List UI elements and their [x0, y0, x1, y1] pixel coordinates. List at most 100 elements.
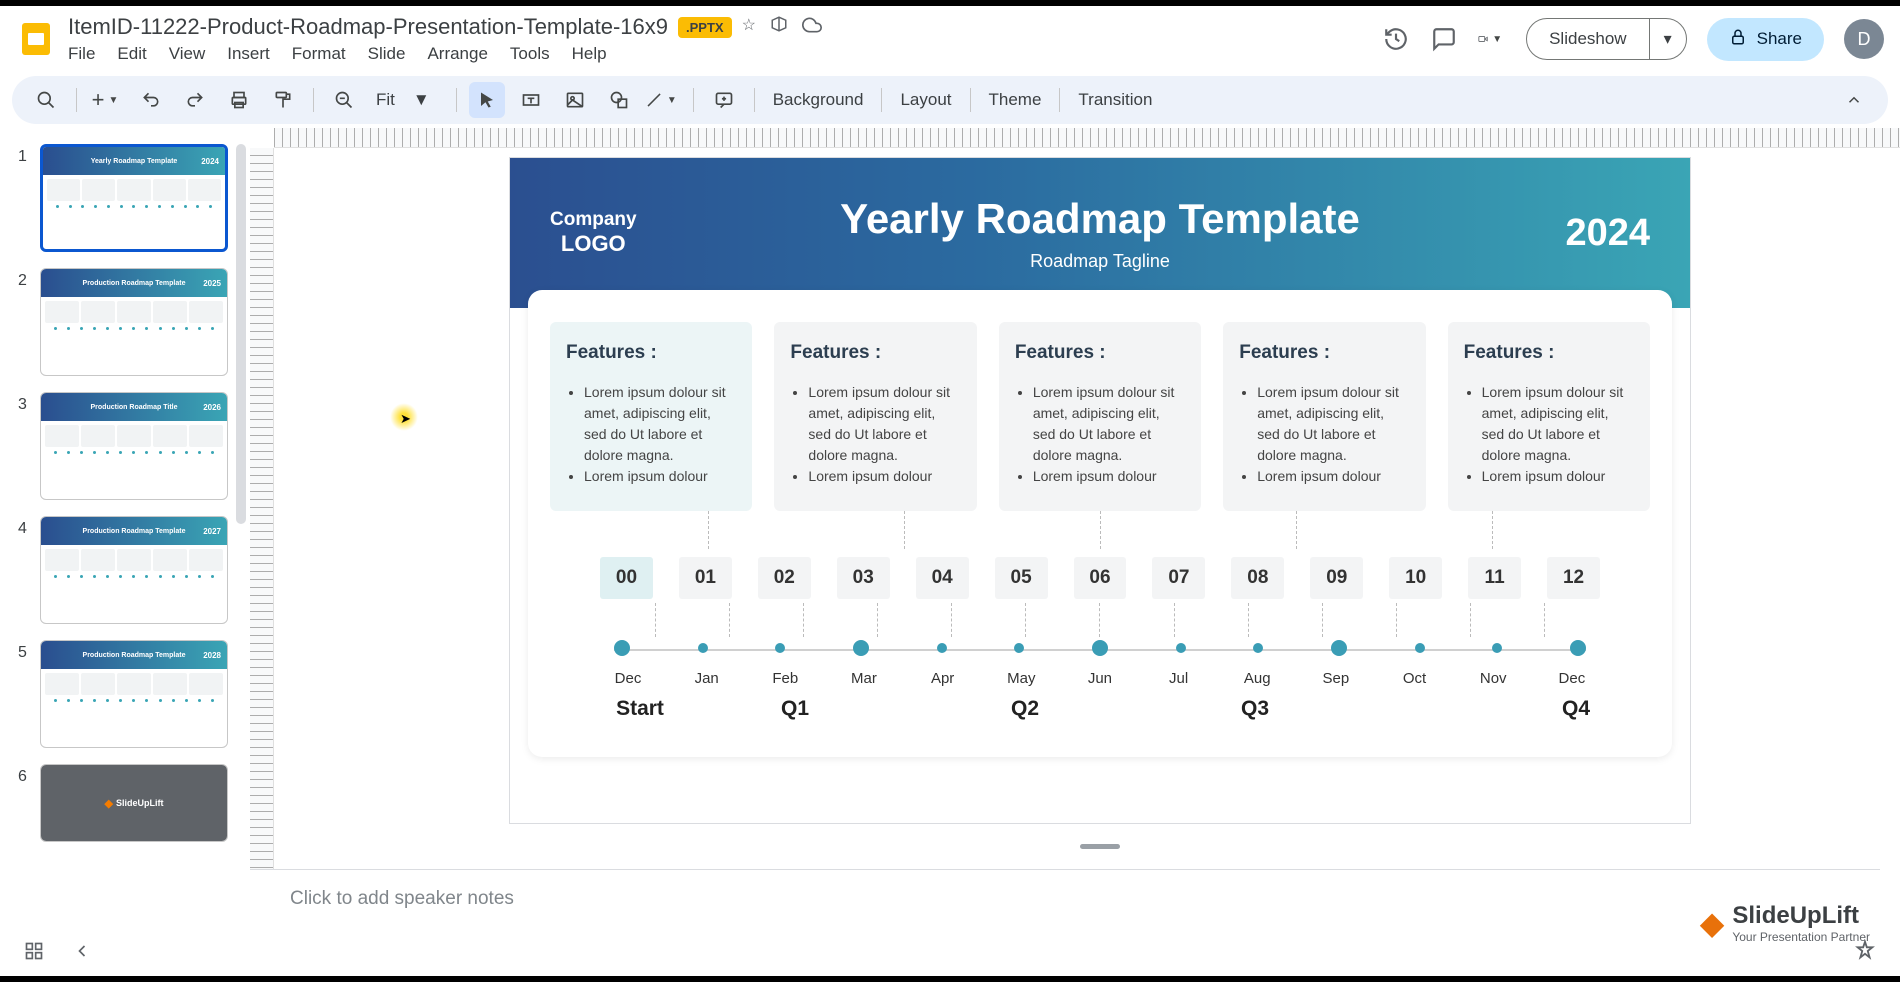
timeline-dot[interactable] — [1014, 643, 1024, 653]
feature-box[interactable]: Features :Lorem ipsum dolour sit amet, a… — [1223, 322, 1425, 511]
line-tool[interactable]: ▼ — [645, 82, 681, 118]
timeline-dot[interactable] — [614, 640, 630, 656]
slide-thumb-5[interactable]: Production Roadmap Template2028 — [40, 640, 228, 748]
timeline-num[interactable]: 10 — [1389, 557, 1442, 599]
vertical-ruler[interactable] — [250, 148, 274, 908]
menubar: File Edit View Insert Format Slide Arran… — [68, 44, 822, 64]
collapse-toolbar-button[interactable] — [1836, 82, 1872, 118]
timeline-num[interactable]: 08 — [1231, 557, 1284, 599]
slide-title[interactable]: Yearly Roadmap Template — [840, 195, 1360, 243]
history-icon[interactable] — [1382, 25, 1410, 53]
collapse-filmstrip-button[interactable] — [72, 941, 92, 967]
new-slide-button[interactable]: +▼ — [89, 82, 125, 118]
timeline-dot[interactable] — [1570, 640, 1586, 656]
timeline-num[interactable]: 04 — [916, 557, 969, 599]
chevron-down-icon: ▼ — [413, 90, 430, 110]
slide-thumb-2[interactable]: Production Roadmap Template2025 — [40, 268, 228, 376]
timeline-num[interactable]: 06 — [1074, 557, 1127, 599]
timeline-num[interactable]: 01 — [679, 557, 732, 599]
explore-button[interactable] — [1854, 945, 1876, 967]
comment-icon[interactable] — [1430, 25, 1458, 53]
menu-edit[interactable]: Edit — [117, 44, 146, 64]
timeline-num[interactable]: 09 — [1310, 557, 1363, 599]
timeline-dot[interactable] — [1092, 640, 1108, 656]
slide-overflow-indicator — [1080, 844, 1120, 849]
feature-box[interactable]: Features :Lorem ipsum dolour sit amet, a… — [999, 322, 1201, 511]
timeline-num[interactable]: 05 — [995, 557, 1048, 599]
timeline-dot[interactable] — [775, 643, 785, 653]
menu-file[interactable]: File — [68, 44, 95, 64]
shape-tool[interactable] — [601, 82, 637, 118]
comment-insert-button[interactable] — [706, 82, 742, 118]
timeline-num[interactable]: 00 — [600, 557, 653, 599]
undo-button[interactable] — [133, 82, 169, 118]
timeline-num[interactable]: 07 — [1152, 557, 1205, 599]
menu-view[interactable]: View — [169, 44, 206, 64]
timeline-dot[interactable] — [1492, 643, 1502, 653]
timeline-dot[interactable] — [853, 640, 869, 656]
slide-canvas[interactable]: Company LOGO Yearly Roadmap Template Roa… — [510, 158, 1690, 823]
slideshow-button[interactable]: Slideshow — [1527, 19, 1649, 59]
thumbnail-scrollbar[interactable] — [236, 144, 246, 524]
timeline-dot[interactable] — [698, 643, 708, 653]
transition-button[interactable]: Transition — [1072, 90, 1158, 110]
slides-logo-icon[interactable] — [16, 19, 56, 59]
slideshow-dropdown[interactable]: ▾ — [1649, 19, 1686, 59]
feature-box[interactable]: Features :Lorem ipsum dolour sit amet, a… — [1448, 322, 1650, 511]
select-tool[interactable] — [469, 82, 505, 118]
horizontal-ruler[interactable] — [274, 128, 1900, 148]
company-logo-placeholder[interactable]: Company LOGO — [550, 209, 637, 257]
layout-button[interactable]: Layout — [894, 90, 957, 110]
image-tool[interactable] — [557, 82, 593, 118]
menu-slide[interactable]: Slide — [368, 44, 406, 64]
menu-tools[interactable]: Tools — [510, 44, 550, 64]
timeline-num[interactable]: 12 — [1547, 557, 1600, 599]
menu-format[interactable]: Format — [292, 44, 346, 64]
slide-thumb-3[interactable]: Production Roadmap Title2026 — [40, 392, 228, 500]
document-title[interactable]: ItemID-11222-Product-Roadmap-Presentatio… — [68, 14, 668, 40]
slide-thumb-1[interactable]: Yearly Roadmap Template2024 — [40, 144, 228, 252]
user-avatar[interactable]: D — [1844, 19, 1884, 59]
move-icon[interactable] — [770, 15, 788, 40]
cursor-icon: ➤ — [400, 411, 411, 427]
timeline-num[interactable]: 02 — [758, 557, 811, 599]
search-icon[interactable] — [28, 82, 64, 118]
meet-icon[interactable]: ▼ — [1478, 25, 1506, 53]
slide-thumb-6[interactable]: ◆SlideUpLift — [40, 764, 228, 842]
feature-box[interactable]: Features :Lorem ipsum dolour sit amet, a… — [774, 322, 976, 511]
redo-button[interactable] — [177, 82, 213, 118]
thumb-number: 2 — [18, 268, 30, 376]
background-button[interactable]: Background — [767, 90, 870, 110]
grid-view-button[interactable] — [24, 941, 44, 967]
menu-arrange[interactable]: Arrange — [427, 44, 487, 64]
menu-help[interactable]: Help — [572, 44, 607, 64]
slide-header: Company LOGO Yearly Roadmap Template Roa… — [510, 158, 1690, 308]
cloud-status-icon[interactable] — [802, 15, 822, 40]
star-icon[interactable]: ☆ — [742, 15, 756, 40]
timeline-dot[interactable] — [1331, 640, 1347, 656]
slide-tagline[interactable]: Roadmap Tagline — [840, 251, 1360, 272]
timeline-dot[interactable] — [1176, 643, 1186, 653]
textbox-tool[interactable] — [513, 82, 549, 118]
zoom-out-button[interactable] — [326, 82, 362, 118]
feature-box[interactable]: Features :Lorem ipsum dolour sit amet, a… — [550, 322, 752, 511]
month-labels: Dec Jan Feb Mar Apr May Jun Jul Aug Sep … — [608, 670, 1592, 687]
timeline-dot[interactable] — [1415, 643, 1425, 653]
zoom-select[interactable]: Fit ▼ — [370, 90, 444, 110]
timeline-num[interactable]: 11 — [1468, 557, 1521, 599]
toolbar: +▼ Fit ▼ ▼ Background Layout Theme Transi… — [12, 76, 1888, 124]
share-button[interactable]: Share — [1707, 18, 1824, 61]
paint-format-button[interactable] — [265, 82, 301, 118]
slide-thumb-4[interactable]: Production Roadmap Template2027 — [40, 516, 228, 624]
print-button[interactable] — [221, 82, 257, 118]
slide-year[interactable]: 2024 — [1565, 212, 1650, 255]
timeline-track — [614, 643, 1586, 656]
timeline-num[interactable]: 03 — [837, 557, 890, 599]
timeline-dot[interactable] — [1253, 643, 1263, 653]
menu-insert[interactable]: Insert — [227, 44, 270, 64]
timeline-dot[interactable] — [937, 643, 947, 653]
theme-button[interactable]: Theme — [983, 90, 1048, 110]
slide-content-card: Features :Lorem ipsum dolour sit amet, a… — [528, 290, 1672, 757]
zoom-value: Fit — [376, 90, 395, 110]
speaker-notes[interactable]: Click to add speaker notes — [250, 869, 1880, 928]
